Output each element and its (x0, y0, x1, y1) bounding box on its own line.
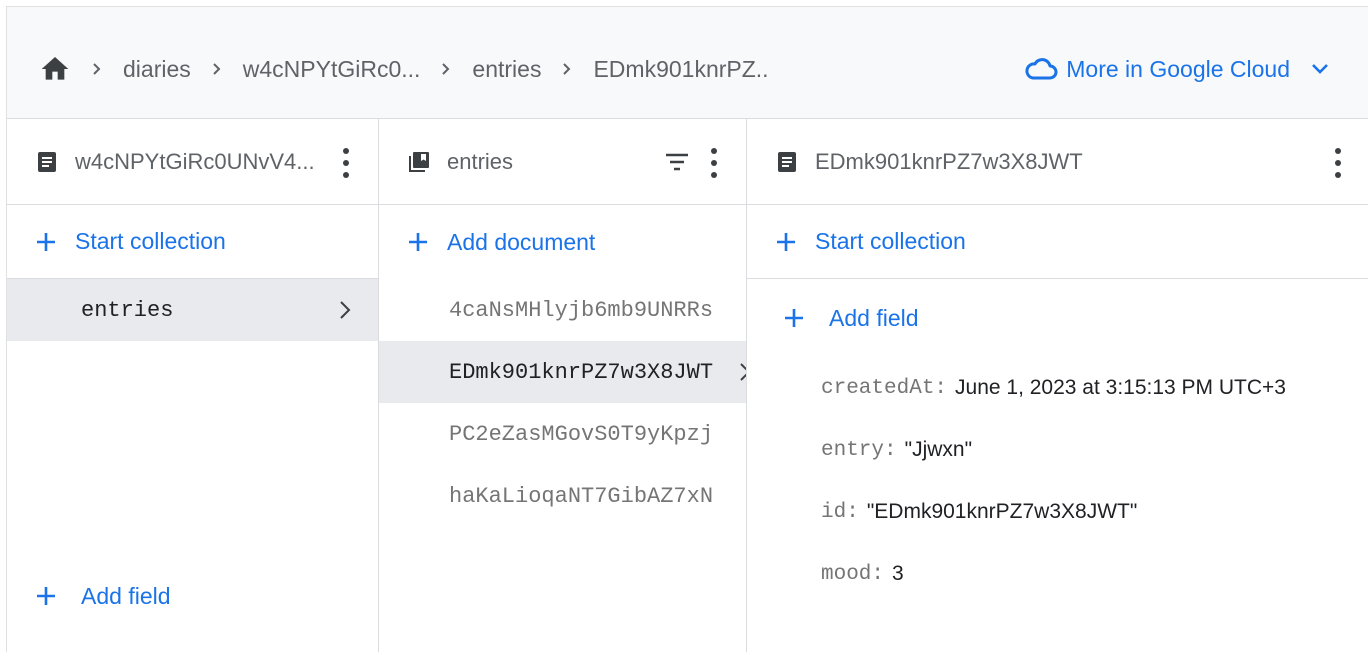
start-collection-label: Start collection (75, 228, 226, 254)
document-item[interactable]: haKaLioqaNT7GibAZ7xN (379, 465, 746, 527)
field-value: June 1, 2023 at 3:15:13 PM UTC+3 (955, 376, 1286, 399)
start-collection-label: Start collection (815, 228, 966, 254)
field-row[interactable]: createdAt: June 1, 2023 at 3:15:13 PM UT… (747, 357, 1368, 419)
home-icon[interactable] (39, 53, 71, 85)
chevron-right-icon (438, 61, 454, 77)
add-field-button[interactable]: Add field (747, 279, 1368, 357)
field-value: "Jjwxn" (904, 438, 973, 461)
panel-header: w4cNPYtGiRc0UNvV4... (7, 119, 378, 205)
field-row[interactable]: entry: "Jjwxn" (747, 419, 1368, 481)
add-document-label: Add document (447, 228, 596, 255)
document-item[interactable]: PC2eZasMGovS0T9yKpzj (379, 403, 746, 465)
breadcrumb-bar: diaries w4cNPYtGiRc0... entries EDmk901k… (7, 7, 1368, 119)
field-key: createdAt (821, 376, 935, 400)
breadcrumb-item-entries[interactable]: entries (472, 56, 541, 83)
chevron-right-icon (89, 61, 105, 77)
add-field-button[interactable]: Add field (7, 561, 378, 631)
field-row[interactable]: id: "EDmk901knrPZ7w3X8JWT" (747, 481, 1368, 543)
field-value: "EDmk901knrPZ7w3X8JWT" (866, 500, 1138, 523)
panel-title: w4cNPYtGiRc0UNvV4... (75, 148, 315, 174)
plus-icon (775, 231, 797, 253)
plus-icon (35, 231, 57, 253)
collection-item-entries[interactable]: entries (7, 279, 378, 341)
breadcrumb-item-current-document[interactable]: EDmk901knrPZ.. (593, 56, 768, 83)
root-document-panel: w4cNPYtGiRc0UNvV4... Start collection en… (7, 119, 379, 652)
more-in-google-cloud-button[interactable]: More in Google Cloud (1024, 51, 1330, 87)
panel-title: entries (447, 148, 514, 174)
more-vert-icon[interactable] (709, 148, 719, 178)
collection-icon (407, 150, 431, 174)
more-vert-icon[interactable] (1333, 148, 1343, 178)
start-collection-button[interactable]: Start collection (747, 205, 1368, 279)
plus-icon (35, 585, 57, 607)
document-panel: EDmk901knrPZ7w3X8JWT Start collection Ad… (747, 119, 1368, 652)
plus-icon (407, 231, 429, 253)
add-document-button[interactable]: Add document (379, 205, 746, 279)
breadcrumb-item-diaries[interactable]: diaries (123, 56, 191, 83)
document-item[interactable]: 4caNsMHlyjb6mb9UNRRs (379, 279, 746, 341)
field-row[interactable]: mood: 3 (747, 543, 1368, 605)
firestore-data-viewer: diaries w4cNPYtGiRc0... entries EDmk901k… (6, 6, 1368, 652)
chevron-right-icon (559, 61, 575, 77)
plus-icon (783, 307, 805, 329)
field-key: mood (821, 562, 872, 586)
panel-title: EDmk901knrPZ7w3X8JWT (815, 148, 1083, 174)
filter-icon[interactable] (665, 153, 689, 171)
field-value: 3 (892, 562, 904, 585)
breadcrumb: diaries w4cNPYtGiRc0... entries EDmk901k… (39, 51, 769, 87)
chevron-down-icon (1310, 62, 1330, 76)
document-icon (775, 150, 799, 174)
panel-header: EDmk901knrPZ7w3X8JWT (747, 119, 1368, 205)
field-key: id (821, 500, 847, 524)
document-id: PC2eZasMGovS0T9yKpzj (449, 421, 714, 447)
document-id: EDmk901knrPZ7w3X8JWT (449, 359, 714, 385)
document-id: haKaLioqaNT7GibAZ7xN (449, 483, 714, 509)
more-vert-icon[interactable] (341, 148, 351, 178)
panel-header: entries (379, 119, 746, 205)
more-in-google-cloud-label: More in Google Cloud (1066, 55, 1290, 82)
collection-panel: entries Add document 4caNsMHlyjb6mb9UNRR… (379, 119, 747, 652)
add-field-label: Add field (81, 582, 171, 609)
breadcrumb-item-root-document[interactable]: w4cNPYtGiRc0... (243, 56, 421, 83)
chevron-right-icon (739, 362, 746, 382)
chevron-right-icon (209, 61, 225, 77)
start-collection-button[interactable]: Start collection (7, 205, 378, 279)
document-item-selected[interactable]: EDmk901knrPZ7w3X8JWT (379, 341, 746, 403)
document-id: 4caNsMHlyjb6mb9UNRRs (449, 297, 714, 323)
add-field-label: Add field (829, 304, 919, 331)
document-icon (35, 150, 59, 174)
cloud-icon (1024, 56, 1058, 82)
chevron-right-icon (339, 300, 351, 320)
field-key: entry (821, 438, 885, 462)
collection-label: entries (81, 297, 174, 323)
